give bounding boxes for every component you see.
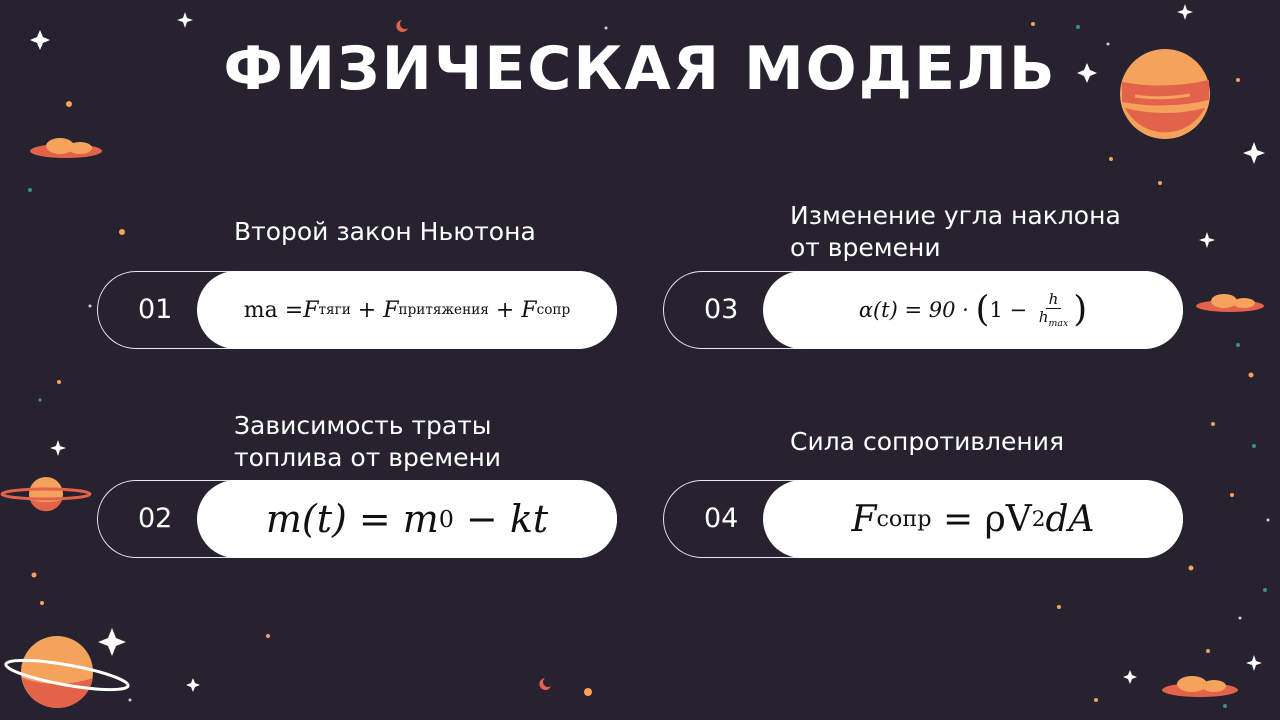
sparkle-star-icon <box>1199 232 1215 248</box>
formula-card-04: 04 Fсопр = ρV 2 dA <box>663 480 1183 558</box>
sparkle-star-icon <box>50 440 66 456</box>
card-number: 01 <box>138 294 173 325</box>
formula-card-03: 03 α(t) = 90 · ( 1 − h hmax ) <box>663 271 1183 349</box>
formula-drag: Fсопр = ρV 2 dA <box>763 480 1183 558</box>
card-number: 04 <box>704 503 739 534</box>
page-title: ФИЗИЧЕСКАЯ МОДЕЛЬ <box>223 34 1057 104</box>
sparkle-star-icon <box>1123 670 1137 684</box>
sparkle-star-icon <box>1177 4 1193 20</box>
label-fuel-consumption: Зависимость траты топлива от времени <box>234 411 502 472</box>
cloud-icon <box>30 138 102 158</box>
formula-angle: α(t) = 90 · ( 1 − h hmax ) <box>763 271 1183 349</box>
sparkle-star-icon <box>98 628 126 656</box>
sparkle-star-icon <box>177 12 193 28</box>
label-newton-law: Второй закон Ньютона <box>234 217 536 246</box>
card-number: 03 <box>704 294 739 325</box>
ringed-planet-icon <box>0 477 92 512</box>
card-number: 02 <box>138 503 173 534</box>
label-drag-force: Сила сопротивления <box>790 427 1065 456</box>
sparkle-star-icon <box>186 678 200 692</box>
space-decorations <box>0 4 1270 709</box>
cloud-icon <box>1196 294 1264 312</box>
formula-newton: ma = Fтяги + Fпритяжения + Fсопр <box>197 271 617 349</box>
formula-card-02: 02 m(t) = m0 − kt <box>97 480 617 558</box>
sparkle-star-icon <box>1243 142 1265 164</box>
formula-fuel: m(t) = m0 − kt <box>197 480 617 558</box>
sparkle-star-icon <box>1246 655 1262 671</box>
cloud-icon <box>1162 676 1238 697</box>
formula-card-01: 01 ma = Fтяги + Fпритяжения + Fсопр <box>97 271 617 349</box>
label-angle-change: Изменение угла наклона от времени <box>790 201 1121 262</box>
